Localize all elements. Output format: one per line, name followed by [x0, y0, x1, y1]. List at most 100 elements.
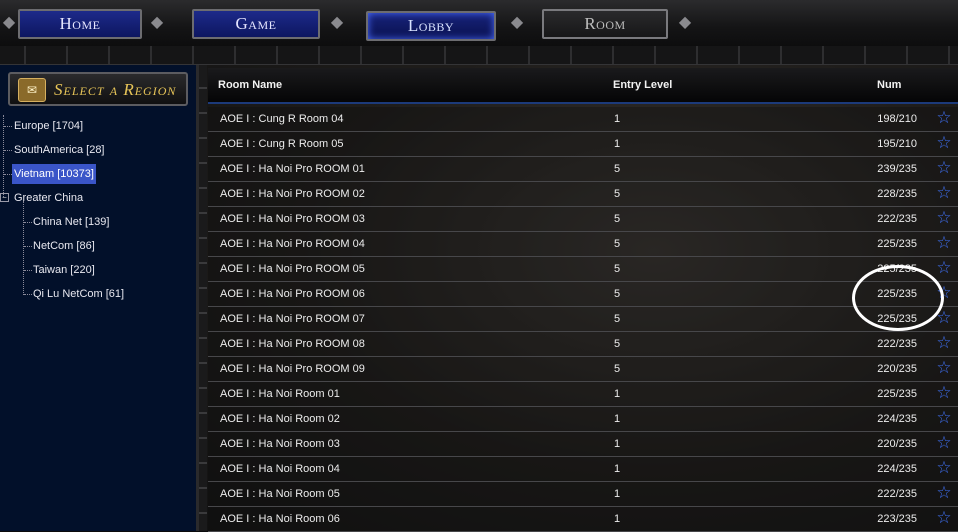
room-list-panel: Room Name Entry Level Num AOE I : Cung R… — [199, 65, 958, 532]
rivet-strip — [0, 46, 958, 65]
annotation-circle — [852, 265, 944, 331]
column-header-room-name[interactable]: Room Name — [218, 79, 282, 91]
tab-home[interactable]: Home — [18, 9, 142, 39]
star-outline-icon[interactable]: ☆ — [935, 509, 953, 527]
table-row[interactable]: AOE I : Ha Noi Pro ROOM 05 5 225/235 ☆ — [208, 257, 958, 282]
region-panel: ✉ Select a Region Europe [1704] SouthAme… — [0, 65, 199, 531]
table-row[interactable]: AOE I : Ha Noi Room 02 1 224/235 ☆ — [208, 407, 958, 432]
entry-level-cell: 1 — [614, 438, 621, 450]
player-count-cell: 222/235 — [877, 213, 917, 225]
table-row[interactable]: AOE I : Ha Noi Pro ROOM 01 5 239/235 ☆ — [208, 157, 958, 182]
room-name-cell: AOE I : Cung R Room 05 — [220, 138, 344, 150]
star-outline-icon[interactable]: ☆ — [935, 159, 953, 177]
room-name-cell: AOE I : Ha Noi Pro ROOM 06 — [220, 288, 365, 300]
star-outline-icon[interactable]: ☆ — [935, 184, 953, 202]
entry-level-cell: 5 — [614, 163, 621, 175]
room-name-cell: AOE I : Ha Noi Pro ROOM 01 — [220, 163, 365, 175]
entry-level-cell: 5 — [614, 188, 621, 200]
ornament-spike-icon: ◆ — [510, 14, 524, 31]
region-item-taiwan[interactable]: Taiwan [220] — [31, 260, 97, 280]
region-item-europe[interactable]: Europe [1704] — [12, 116, 85, 136]
table-row[interactable]: AOE I : Ha Noi Room 05 1 222/235 ☆ — [208, 482, 958, 507]
room-name-cell: AOE I : Ha Noi Room 02 — [220, 413, 340, 425]
tab-lobby[interactable]: Lobby — [366, 11, 496, 41]
entry-level-cell: 1 — [614, 413, 621, 425]
player-count-cell: 220/235 — [877, 363, 917, 375]
table-row[interactable]: AOE I : Ha Noi Room 03 1 220/235 ☆ — [208, 432, 958, 457]
player-count-cell: 222/235 — [877, 338, 917, 350]
collapse-toggle-icon[interactable]: − — [0, 193, 9, 202]
scroll-map-icon: ✉ — [18, 78, 46, 102]
star-outline-icon[interactable]: ☆ — [935, 359, 953, 377]
room-name-cell: AOE I : Ha Noi Room 06 — [220, 513, 340, 525]
entry-level-cell: 1 — [614, 463, 621, 475]
region-panel-title: Select a Region — [54, 80, 177, 99]
region-item-netcom[interactable]: NetCom [86] — [31, 236, 97, 256]
table-row[interactable]: AOE I : Ha Noi Pro ROOM 06 5 225/235 ☆ — [208, 282, 958, 307]
star-outline-icon[interactable]: ☆ — [935, 259, 953, 277]
tab-game[interactable]: Game — [192, 9, 320, 39]
select-region-header: ✉ Select a Region — [8, 72, 188, 106]
player-count-cell: 198/210 — [877, 113, 917, 125]
tree-connector — [3, 115, 4, 197]
player-count-cell: 225/235 — [877, 238, 917, 250]
room-name-cell: AOE I : Ha Noi Pro ROOM 04 — [220, 238, 365, 250]
table-row[interactable]: AOE I : Cung R Room 05 1 195/210 ☆ — [208, 132, 958, 157]
top-nav-bar: ◆ Home ◆ Game ◆ Lobby ◆ Room ◆ — [0, 0, 958, 47]
star-outline-icon[interactable]: ☆ — [935, 134, 953, 152]
ornament-spike-icon: ◆ — [330, 14, 344, 31]
entry-level-cell: 5 — [614, 263, 621, 275]
player-count-cell: 222/235 — [877, 488, 917, 500]
entry-level-cell: 5 — [614, 313, 621, 325]
player-count-cell: 223/235 — [877, 513, 917, 525]
star-outline-icon[interactable]: ☆ — [935, 109, 953, 127]
player-count-cell: 220/235 — [877, 438, 917, 450]
table-row[interactable]: AOE I : Ha Noi Pro ROOM 04 5 225/235 ☆ — [208, 232, 958, 257]
table-row[interactable]: AOE I : Ha Noi Pro ROOM 08 5 222/235 ☆ — [208, 332, 958, 357]
room-name-cell: AOE I : Ha Noi Pro ROOM 03 — [220, 213, 365, 225]
table-row[interactable]: AOE I : Ha Noi Pro ROOM 02 5 228/235 ☆ — [208, 182, 958, 207]
star-outline-icon[interactable]: ☆ — [935, 209, 953, 227]
column-header-num[interactable]: Num — [877, 79, 901, 91]
room-name-cell: AOE I : Ha Noi Room 05 — [220, 488, 340, 500]
table-row[interactable]: AOE I : Ha Noi Pro ROOM 03 5 222/235 ☆ — [208, 207, 958, 232]
column-header-entry-level[interactable]: Entry Level — [613, 79, 672, 91]
room-name-cell: AOE I : Ha Noi Pro ROOM 09 — [220, 363, 365, 375]
star-outline-icon[interactable]: ☆ — [935, 234, 953, 252]
ornament-spike-icon: ◆ — [150, 14, 164, 31]
table-row[interactable]: AOE I : Cung R Room 04 1 198/210 ☆ — [208, 107, 958, 132]
region-item-vietnam[interactable]: Vietnam [10373] — [12, 164, 96, 184]
table-row[interactable]: AOE I : Ha Noi Room 01 1 225/235 ☆ — [208, 382, 958, 407]
tree-connector — [4, 150, 12, 151]
star-outline-icon[interactable]: ☆ — [935, 459, 953, 477]
tree-connector — [23, 201, 24, 295]
star-outline-icon[interactable]: ☆ — [935, 384, 953, 402]
region-item-southamerica[interactable]: SouthAmerica [28] — [12, 140, 107, 160]
tree-connector — [4, 126, 12, 127]
table-row[interactable]: AOE I : Ha Noi Room 04 1 224/235 ☆ — [208, 457, 958, 482]
entry-level-cell: 5 — [614, 288, 621, 300]
region-item-qi-lu-netcom[interactable]: Qi Lu NetCom [61] — [31, 284, 126, 304]
room-name-cell: AOE I : Ha Noi Pro ROOM 05 — [220, 263, 365, 275]
table-row[interactable]: AOE I : Ha Noi Pro ROOM 07 5 225/235 ☆ — [208, 307, 958, 332]
entry-level-cell: 5 — [614, 363, 621, 375]
entry-level-cell: 5 — [614, 213, 621, 225]
star-outline-icon[interactable]: ☆ — [935, 484, 953, 502]
star-outline-icon[interactable]: ☆ — [935, 334, 953, 352]
entry-level-cell: 1 — [614, 388, 621, 400]
tab-room[interactable]: Room — [542, 9, 668, 39]
entry-level-cell: 1 — [614, 488, 621, 500]
star-outline-icon[interactable]: ☆ — [935, 409, 953, 427]
room-name-cell: AOE I : Ha Noi Pro ROOM 08 — [220, 338, 365, 350]
room-name-cell: AOE I : Ha Noi Pro ROOM 07 — [220, 313, 365, 325]
region-item-china-net[interactable]: China Net [139] — [31, 212, 111, 232]
ornament-spike-icon: ◆ — [678, 14, 692, 31]
player-count-cell: 224/235 — [877, 463, 917, 475]
room-table-header: Room Name Entry Level Num — [208, 68, 958, 104]
table-row[interactable]: AOE I : Ha Noi Room 06 1 223/235 ☆ — [208, 507, 958, 532]
entry-level-cell: 1 — [614, 138, 621, 150]
star-outline-icon[interactable]: ☆ — [935, 434, 953, 452]
table-row[interactable]: AOE I : Ha Noi Pro ROOM 09 5 220/235 ☆ — [208, 357, 958, 382]
entry-level-cell: 1 — [614, 113, 621, 125]
entry-level-cell: 1 — [614, 513, 621, 525]
